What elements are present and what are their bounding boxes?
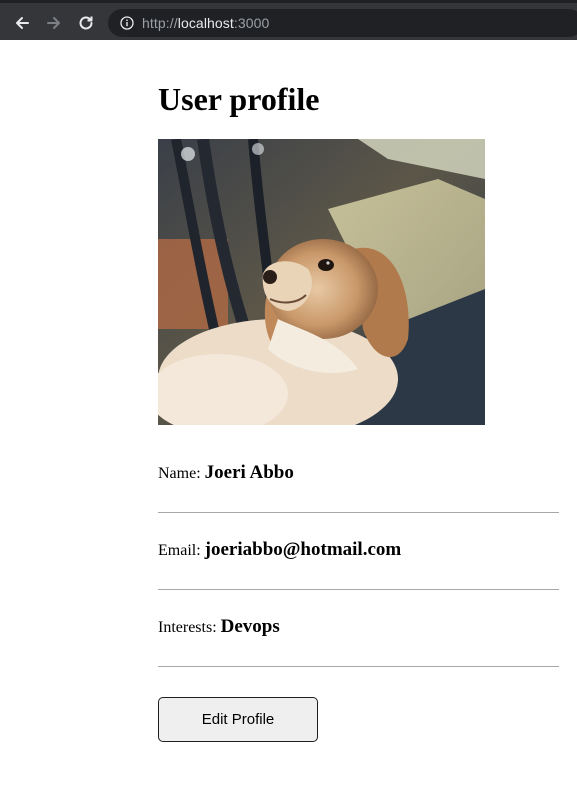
profile-page: User profile Name: Joeri Abbo Email: joe… (158, 40, 559, 742)
url-port: :3000 (233, 15, 270, 31)
email-value: joeriabbo@hotmail.com (204, 539, 402, 560)
interests-value: Devops (220, 616, 280, 637)
edit-profile-button[interactable]: Edit Profile (158, 697, 318, 742)
name-row: Name: Joeri Abbo (158, 436, 559, 513)
url-text: http://localhost:3000 (142, 15, 269, 31)
name-label: Name: (158, 465, 201, 482)
profile-photo (158, 139, 485, 425)
url-host: localhost (177, 15, 234, 31)
back-arrow-icon[interactable] (10, 11, 34, 35)
page-title: User profile (158, 81, 320, 117)
name-value: Joeri Abbo (204, 462, 294, 483)
interests-row: Interests: Devops (158, 590, 559, 667)
info-icon[interactable] (120, 16, 134, 30)
reload-icon[interactable] (74, 11, 98, 35)
email-row: Email: joeriabbo@hotmail.com (158, 513, 559, 590)
address-bar[interactable]: http://localhost:3000 (108, 9, 577, 37)
email-label: Email: (158, 542, 201, 559)
browser-toolbar: http://localhost:3000 (0, 0, 577, 40)
interests-label: Interests: (158, 619, 217, 636)
url-scheme: http:// (142, 15, 178, 31)
forward-arrow-icon[interactable] (42, 11, 66, 35)
